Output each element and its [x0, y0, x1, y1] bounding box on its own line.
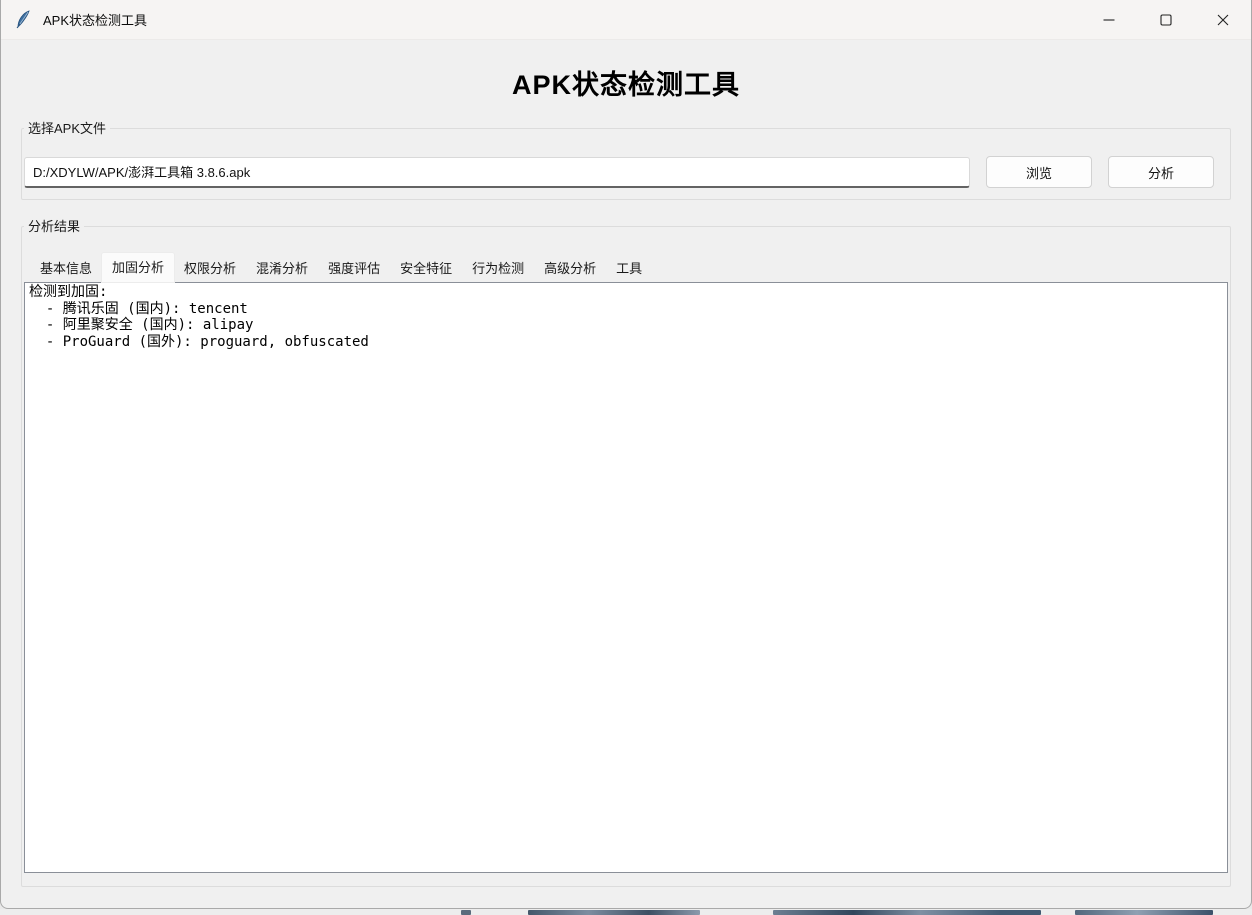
output-line: - 阿里聚安全 (国内): alipay: [29, 317, 1223, 334]
taskbar-icon-fragment: [773, 910, 1041, 915]
window-title: APK状态检测工具: [43, 10, 147, 29]
tab-pack-analysis[interactable]: 加固分析: [102, 253, 174, 282]
taskbar-icon-fragment: [528, 910, 700, 915]
tab-basic-info[interactable]: 基本信息: [30, 256, 102, 282]
app-window: APK状态检测工具 APK状态检测工具 选择APK文件 浏览 分析 分析结果 基…: [0, 0, 1252, 909]
tab-permission-analysis[interactable]: 权限分析: [174, 256, 246, 282]
tab-obfuscation-analysis[interactable]: 混淆分析: [246, 256, 318, 282]
maximize-icon[interactable]: [1137, 0, 1194, 40]
tab-strength-assessment[interactable]: 强度评估: [318, 256, 390, 282]
output-line: - 腾讯乐固 (国内): tencent: [29, 301, 1223, 318]
tab-security-features[interactable]: 安全特征: [390, 256, 462, 282]
titlebar: APK状态检测工具: [1, 0, 1251, 40]
minimize-icon[interactable]: [1080, 0, 1137, 40]
analysis-results-group: 分析结果 基本信息 加固分析 权限分析 混淆分析 强度评估 安全特征 行为检测 …: [21, 226, 1231, 887]
tab-tools[interactable]: 工具: [606, 256, 652, 282]
taskbar-icon-fragment: [461, 910, 471, 915]
output-line: 检测到加固:: [29, 284, 1223, 301]
close-icon[interactable]: [1194, 0, 1251, 40]
browse-button[interactable]: 浏览: [986, 156, 1092, 188]
python-tk-feather-icon: [15, 10, 32, 29]
analyze-button[interactable]: 分析: [1108, 156, 1214, 188]
caption-buttons: [1080, 0, 1251, 40]
taskbar-icons-sliver: [0, 909, 1252, 915]
apk-path-input[interactable]: [24, 157, 970, 188]
taskbar-icon-fragment: [1075, 910, 1213, 915]
file-select-group-label: 选择APK文件: [24, 120, 110, 137]
file-select-group: 选择APK文件 浏览 分析: [21, 128, 1231, 200]
analysis-results-group-label: 分析结果: [24, 218, 84, 235]
results-tab-bar: 基本信息 加固分析 权限分析 混淆分析 强度评估 安全特征 行为检测 高级分析 …: [30, 253, 652, 282]
page-title: APK状态检测工具: [1, 63, 1251, 102]
output-line: - ProGuard (国外): proguard, obfuscated: [29, 334, 1223, 351]
tab-behavior-detection[interactable]: 行为检测: [462, 256, 534, 282]
file-row: 浏览 分析: [24, 156, 1214, 188]
analysis-output-textarea[interactable]: 检测到加固: - 腾讯乐固 (国内): tencent - 阿里聚安全 (国内)…: [24, 282, 1228, 873]
tab-advanced-analysis[interactable]: 高级分析: [534, 256, 606, 282]
